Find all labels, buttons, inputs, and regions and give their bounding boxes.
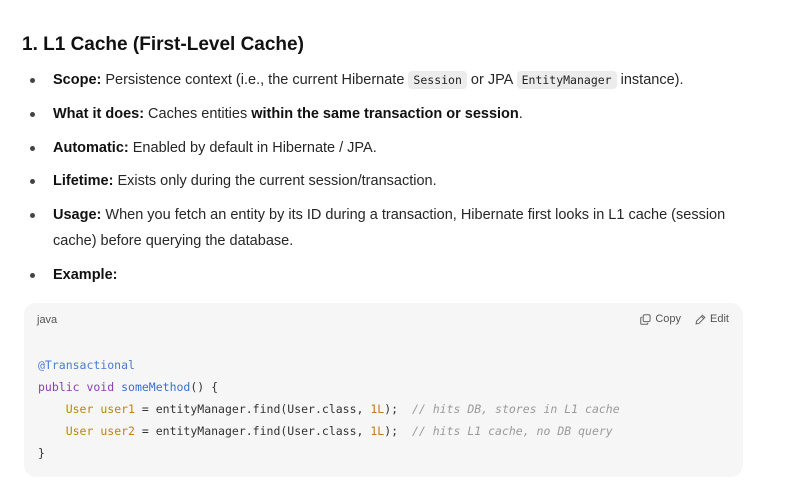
code-text: () { <box>190 380 219 394</box>
bullet-label: Lifetime: <box>53 173 114 189</box>
code-type: User <box>65 424 94 438</box>
bullet-body: Persistence context (i.e., the current H… <box>101 72 409 88</box>
code-language-label: java <box>37 314 58 326</box>
code-function-name: someMethod <box>121 380 191 394</box>
bullet-body: Exists only during the current session/t… <box>113 173 437 189</box>
bullet-label: What it does: <box>53 106 145 122</box>
bullet-body: instance). <box>616 72 684 88</box>
bullet-label: Automatic: <box>53 140 129 156</box>
bullet-text: Usage: When you fetch an entity by its I… <box>53 202 753 254</box>
bullet-label: Scope: <box>53 72 102 88</box>
bullet-dot <box>30 146 35 151</box>
bullet-text: Scope: Persistence context (i.e., the cu… <box>53 67 753 93</box>
bullet-text: Lifetime: Exists only during the current… <box>53 168 753 194</box>
code-comment: // hits DB, stores in L1 cache <box>411 402 620 416</box>
bullet-body: . <box>518 106 523 122</box>
bullet-body: Enabled by default in Hibernate / JPA. <box>128 140 377 156</box>
bullet-text: Automatic: Enabled by default in Hiberna… <box>53 135 753 161</box>
inline-code: Session <box>408 71 467 89</box>
code-number: 1L <box>370 402 385 416</box>
code-annotation: @Transactional <box>38 358 135 372</box>
code-block: java Copy Edit @Transactional public voi… <box>24 303 743 477</box>
bullet-dot <box>30 112 35 117</box>
bullet-emphasis: within the same transaction or session <box>251 106 519 122</box>
bullet-text: What it does: Caches entities within the… <box>53 101 753 127</box>
bullet-dot <box>30 213 35 218</box>
code-variable: user1 <box>100 402 135 416</box>
code-variable: user2 <box>100 424 135 438</box>
code-keyword: public void <box>38 380 115 394</box>
code-type: User <box>65 402 94 416</box>
edit-label: Edit <box>710 313 729 325</box>
bullet-body: Caches entities <box>144 106 252 122</box>
code-text: = entityManager.find(User.class, <box>134 424 371 438</box>
code-actions: Copy Edit <box>640 313 729 325</box>
code-content: @Transactional public void someMethod() … <box>38 354 620 464</box>
bullet-dot <box>30 179 35 184</box>
bullet-dot <box>30 273 35 278</box>
bullet-body: or JPA <box>466 72 517 88</box>
copy-label: Copy <box>655 313 682 325</box>
edit-button[interactable]: Edit <box>695 313 729 325</box>
code-comment: // hits L1 cache, no DB query <box>411 424 613 438</box>
code-text: ); <box>384 424 412 438</box>
edit-icon <box>695 313 706 325</box>
bullet-body: When you fetch an entity by its ID durin… <box>101 207 726 223</box>
bullet-text: Example: <box>53 262 753 288</box>
copy-icon <box>640 313 651 325</box>
code-number: 1L <box>370 424 385 438</box>
bullet-dot <box>30 78 35 83</box>
bullet-label: Usage: <box>53 207 102 223</box>
copy-button[interactable]: Copy <box>640 313 681 325</box>
code-text: } <box>38 446 45 460</box>
bullet-body: cache) before querying the database. <box>53 233 294 249</box>
inline-code: EntityManager <box>516 71 617 89</box>
bullet-label: Example: <box>53 267 118 283</box>
code-text: = entityManager.find(User.class, <box>134 402 371 416</box>
code-text: ); <box>384 402 412 416</box>
section-heading: 1. L1 Cache (First-Level Cache) <box>22 34 304 55</box>
